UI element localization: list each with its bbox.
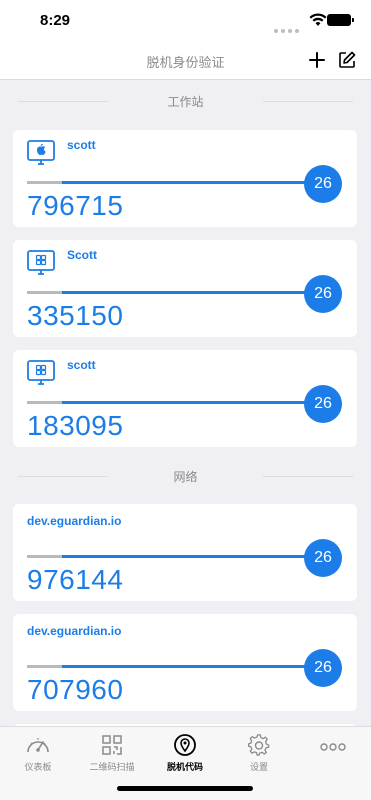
otp-code[interactable]: 707960 bbox=[27, 674, 123, 706]
otp-code[interactable]: 335150 bbox=[27, 300, 123, 332]
section-header-workstations: 工作站 bbox=[0, 81, 371, 121]
otp-code[interactable]: 796715 bbox=[27, 190, 123, 222]
qr-code-icon bbox=[102, 735, 122, 755]
countdown-elapsed bbox=[27, 665, 63, 668]
auth-list[interactable]: 工作站 scott 26 796715 Scott 26 335150 scot… bbox=[0, 81, 371, 726]
add-icon[interactable] bbox=[307, 50, 327, 70]
countdown-timer: 26 bbox=[304, 539, 342, 577]
tab-dashboard[interactable]: 仪表板 bbox=[1, 733, 75, 777]
apple-monitor-icon bbox=[27, 140, 55, 165]
signal-icon bbox=[271, 20, 299, 38]
nav-bar: 脱机身份验证 bbox=[0, 40, 371, 80]
tab-offline-code[interactable]: 脱机代码 bbox=[148, 733, 222, 777]
section-label: 网络 bbox=[173, 470, 198, 484]
countdown-bar bbox=[27, 665, 319, 668]
tab-settings[interactable]: 设置 bbox=[222, 733, 296, 777]
countdown-bar bbox=[27, 291, 319, 294]
home-indicator bbox=[117, 786, 253, 791]
countdown-elapsed bbox=[27, 181, 63, 184]
auth-card[interactable]: dev.eguardian.io 26 976144 bbox=[13, 504, 357, 601]
auth-card[interactable]: scott 26 796715 bbox=[13, 130, 357, 227]
tab-qr-scan[interactable]: 二维码扫描 bbox=[75, 733, 149, 777]
countdown-bar bbox=[27, 181, 319, 184]
countdown-elapsed bbox=[27, 555, 63, 558]
windows-monitor-icon bbox=[27, 360, 55, 385]
edit-icon[interactable] bbox=[337, 50, 357, 70]
status-time: 8:29 bbox=[40, 12, 71, 29]
auth-card[interactable]: dev.eguardian.io 26 707960 bbox=[13, 614, 357, 711]
countdown-timer: 26 bbox=[304, 275, 342, 313]
countdown-elapsed bbox=[27, 291, 63, 294]
tab-label: 脱机代码 bbox=[166, 762, 203, 772]
countdown-bar bbox=[27, 555, 319, 558]
issuer-name: dev.eguardian.io bbox=[27, 624, 122, 638]
countdown-elapsed bbox=[27, 401, 63, 404]
gear-icon bbox=[248, 734, 270, 756]
tab-label: 二维码扫描 bbox=[89, 762, 135, 772]
otp-code[interactable]: 976144 bbox=[27, 564, 123, 596]
wifi-icon bbox=[309, 13, 327, 26]
auth-card[interactable]: scott 26 183095 bbox=[13, 350, 357, 447]
countdown-timer: 26 bbox=[304, 165, 342, 203]
battery-icon bbox=[327, 14, 354, 26]
account-name: Scott bbox=[67, 248, 97, 262]
tab-label: 设置 bbox=[249, 762, 268, 772]
windows-monitor-icon bbox=[27, 250, 55, 275]
offline-code-icon bbox=[174, 734, 196, 756]
account-name: scott bbox=[67, 358, 96, 372]
status-bar: 8:29 bbox=[0, 0, 371, 40]
auth-card[interactable]: Scott 26 335150 bbox=[13, 240, 357, 337]
tab-label: 仪表板 bbox=[24, 762, 52, 772]
gauge-icon bbox=[27, 738, 49, 753]
account-name: scott bbox=[67, 138, 96, 152]
countdown-timer: 26 bbox=[304, 385, 342, 423]
section-label: 工作站 bbox=[167, 95, 204, 109]
countdown-timer: 26 bbox=[304, 649, 342, 687]
countdown-bar bbox=[27, 401, 319, 404]
section-header-network: 网络 bbox=[0, 456, 371, 496]
more-icon bbox=[320, 743, 346, 751]
otp-code[interactable]: 183095 bbox=[27, 410, 123, 442]
tab-more[interactable] bbox=[296, 733, 370, 777]
issuer-name: dev.eguardian.io bbox=[27, 514, 122, 528]
